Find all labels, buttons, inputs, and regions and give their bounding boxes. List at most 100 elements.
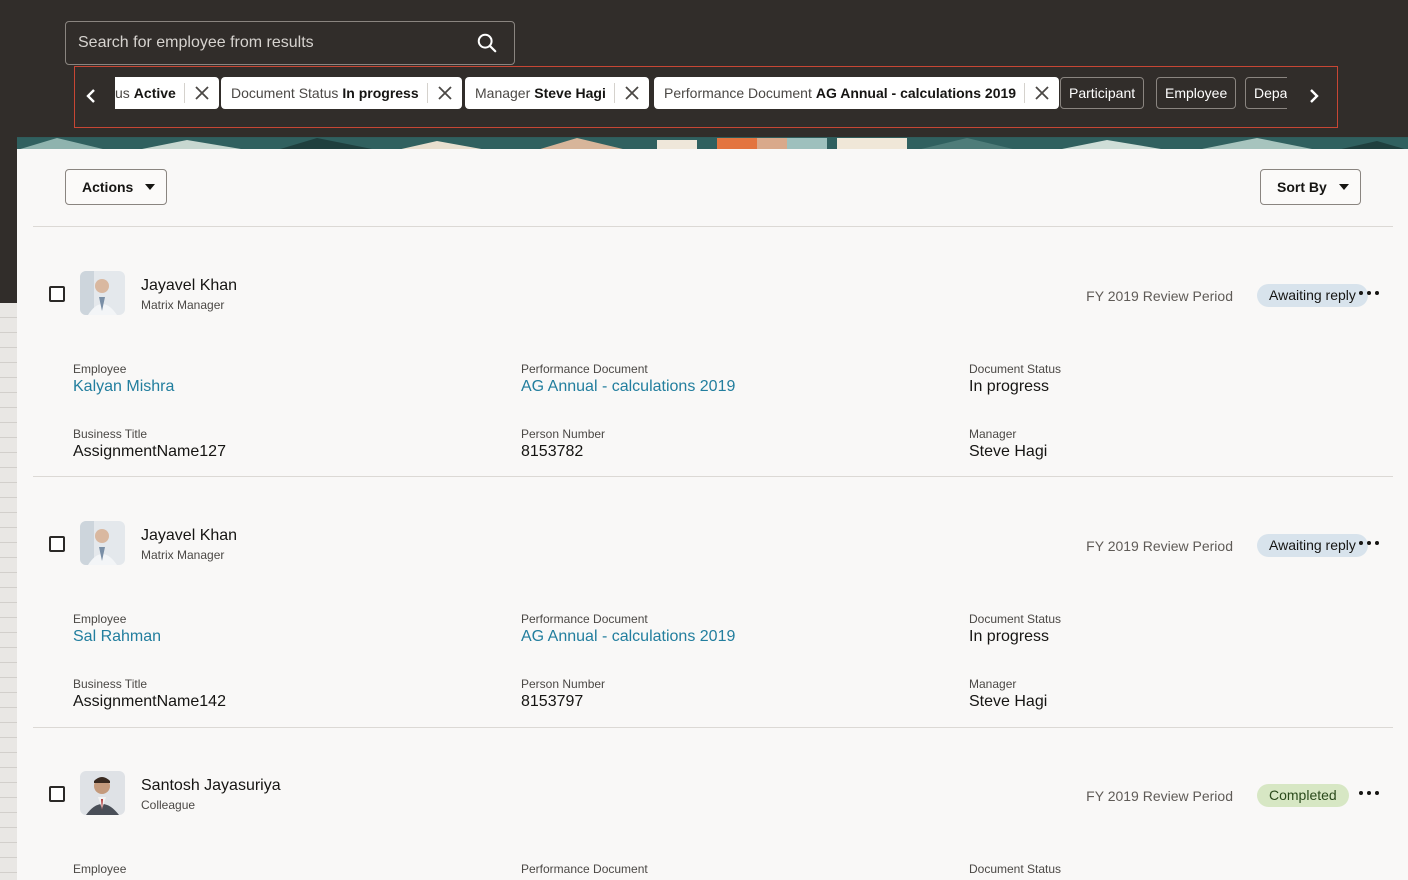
status-badge: Awaiting reply (1257, 284, 1368, 307)
chip-value: AG Annual - calculations 2019 (815, 85, 1017, 101)
person-number-field: Person Number 8153782 (521, 427, 605, 461)
filter-chip-document-status[interactable]: Document Status In progress (221, 77, 462, 109)
select-checkbox[interactable] (49, 786, 65, 802)
field-label: Employee (73, 362, 127, 376)
chevron-right-icon (1310, 89, 1319, 103)
field-label: Performance Document (521, 362, 648, 376)
result-card: Jayavel Khan Matrix Manager FY 2019 Revi… (33, 477, 1393, 727)
participant-role: Colleague (141, 798, 196, 812)
scroll-right-button[interactable] (1301, 83, 1327, 109)
facet-chip-participant[interactable]: Participant (1060, 77, 1145, 109)
person-number-value: 8153782 (521, 443, 584, 460)
sort-label: Sort By (1277, 179, 1327, 195)
performance-document-field: Performance Document AG Annual - calcula… (521, 362, 735, 396)
chip-value: Active (133, 85, 176, 101)
participant-name[interactable]: Jayavel Khan (141, 527, 237, 545)
side-strip (0, 303, 17, 880)
search-icon[interactable] (476, 32, 498, 54)
chip-label: us (115, 85, 130, 101)
employee-field: Employee (73, 862, 126, 876)
facet-chip-department[interactable]: Depa (1245, 77, 1287, 109)
field-label: Employee (73, 862, 127, 876)
actions-button[interactable]: Actions (65, 169, 167, 205)
participant-role: Matrix Manager (141, 298, 225, 312)
facet-chip-employee[interactable]: Employee (1156, 77, 1237, 109)
more-options-icon[interactable] (1359, 536, 1389, 550)
more-options-icon[interactable] (1359, 786, 1389, 800)
employee-field: Employee Kalyan Mishra (73, 362, 174, 396)
avatar (80, 771, 125, 815)
document-status-field: Document Status In progress (969, 362, 1061, 396)
filter-chip-bar: us Active Document Status In progress Mana… (74, 66, 1338, 128)
manager-value: Steve Hagi (969, 443, 1048, 460)
document-status-field: Document Status In progress (969, 612, 1061, 646)
document-link[interactable]: AG Annual - calculations 2019 (521, 378, 735, 396)
business-title-field: Business Title AssignmentName142 (73, 677, 226, 711)
status-badge: Completed (1257, 784, 1349, 807)
review-period: FY 2019 Review Period (1086, 538, 1233, 554)
participant-name[interactable]: Jayavel Khan (141, 277, 237, 295)
review-period: FY 2019 Review Period (1086, 288, 1233, 304)
more-options-icon[interactable] (1359, 286, 1389, 300)
status-badge: Awaiting reply (1257, 534, 1368, 557)
filter-chip-assignment-status[interactable]: us Active (115, 77, 219, 109)
performance-document-field: Performance Document (521, 862, 648, 876)
sort-by-button[interactable]: Sort By (1260, 169, 1361, 205)
actions-label: Actions (82, 179, 134, 195)
chip-label: Document Status (231, 85, 339, 101)
manager-field: Manager Steve Hagi (969, 677, 1047, 711)
scroll-left-button[interactable] (78, 83, 104, 109)
field-label: Performance Document (521, 862, 648, 876)
search-bar[interactable] (65, 21, 515, 65)
caret-down-icon (145, 184, 156, 190)
manager-value: Steve Hagi (969, 693, 1048, 710)
chip-label: Performance Document (664, 85, 812, 101)
document-status-field: Document Status (969, 862, 1061, 876)
chip-value: Steve Hagi (534, 85, 606, 101)
result-card: Jayavel Khan Matrix Manager FY 2019 Revi… (33, 227, 1393, 477)
performance-document-field: Performance Document AG Annual - calcula… (521, 612, 735, 646)
document-status-value: In progress (969, 628, 1050, 645)
employee-field: Employee Sal Rahman (73, 612, 161, 646)
field-label: Employee (73, 612, 127, 626)
close-icon[interactable] (428, 77, 462, 109)
field-label: Document Status (969, 362, 1062, 376)
field-label: Manager (969, 677, 1017, 691)
select-checkbox[interactable] (49, 536, 65, 552)
close-icon[interactable] (1025, 77, 1059, 109)
participant-role: Matrix Manager (141, 548, 225, 562)
field-label: Person Number (521, 677, 606, 691)
field-label: Person Number (521, 427, 606, 441)
document-status-value: In progress (969, 378, 1050, 395)
field-label: Business Title (73, 677, 148, 691)
field-label: Document Status (969, 612, 1062, 626)
avatar (80, 521, 125, 565)
employee-link[interactable]: Kalyan Mishra (73, 378, 174, 396)
business-title-field: Business Title AssignmentName127 (73, 427, 226, 461)
chip-label: Manager (475, 85, 531, 101)
caret-down-icon (1338, 184, 1349, 190)
close-icon[interactable] (185, 77, 219, 109)
business-title-value: AssignmentName142 (73, 693, 226, 710)
employee-link[interactable]: Sal Rahman (73, 628, 161, 646)
participant-name[interactable]: Santosh Jayasuriya (141, 777, 281, 795)
avatar (80, 271, 125, 315)
manager-field: Manager Steve Hagi (969, 427, 1047, 461)
search-input[interactable] (78, 34, 468, 52)
review-period: FY 2019 Review Period (1086, 788, 1233, 804)
field-label: Document Status (969, 862, 1062, 876)
decorative-banner (17, 137, 1408, 149)
chip-value: In progress (342, 85, 419, 101)
person-number-value: 8153797 (521, 693, 584, 710)
results-panel: Actions Sort By Jayavel Khan Matrix Mana… (17, 149, 1408, 880)
document-link[interactable]: AG Annual - calculations 2019 (521, 628, 735, 646)
filter-chip-manager[interactable]: Manager Steve Hagi (465, 77, 649, 109)
close-icon[interactable] (615, 77, 649, 109)
select-checkbox[interactable] (49, 286, 65, 302)
field-label: Manager (969, 427, 1017, 441)
filter-chip-performance-document[interactable]: Performance Document AG Annual - calculat… (654, 77, 1060, 109)
field-label: Business Title (73, 427, 148, 441)
result-card: Santosh Jayasuriya Colleague FY 2019 Rev… (33, 727, 1393, 880)
field-label: Performance Document (521, 612, 648, 626)
filter-chips: us Active Document Status In progress Mana… (115, 76, 1287, 110)
